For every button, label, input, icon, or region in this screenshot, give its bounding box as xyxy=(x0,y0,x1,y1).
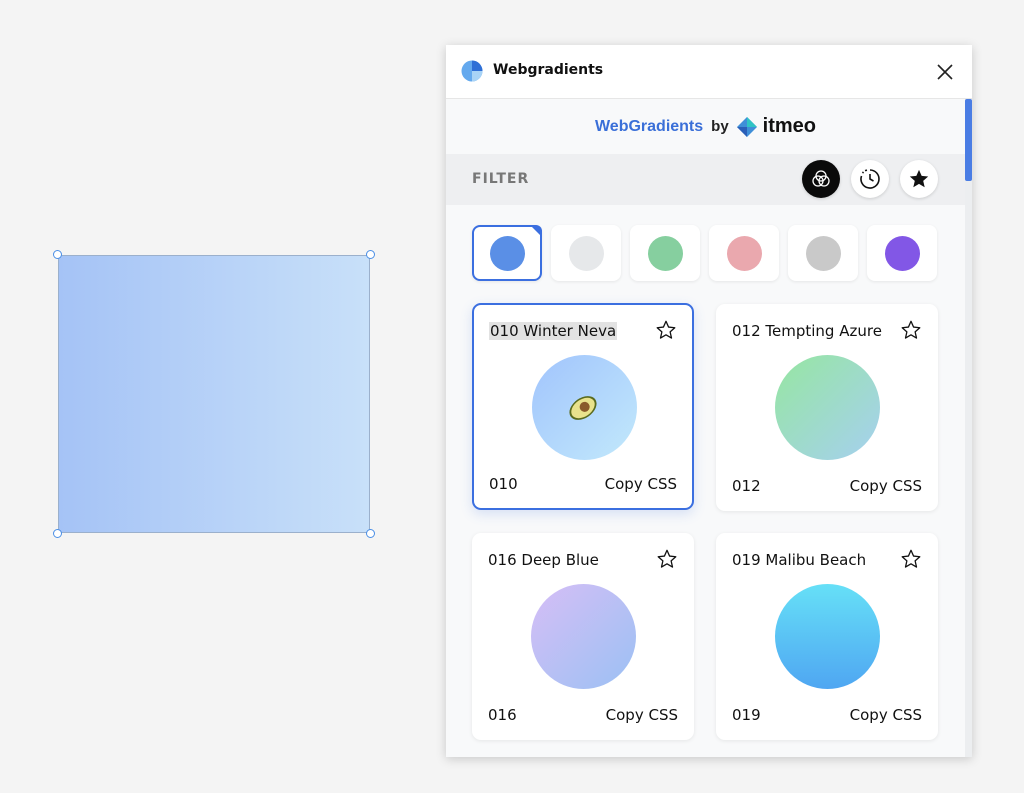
gradient-name: 016 Deep Blue xyxy=(488,551,599,569)
history-filter-button[interactable] xyxy=(851,160,889,198)
avocado-icon xyxy=(569,396,597,420)
gradient-card[interactable]: 012 Tempting Azure 012 Copy CSS xyxy=(716,304,938,511)
copy-css-button[interactable]: Copy CSS xyxy=(850,706,922,724)
star-outline-icon[interactable] xyxy=(900,548,922,570)
selected-rectangle[interactable] xyxy=(58,255,370,533)
app-logo-icon xyxy=(461,60,483,82)
gradient-card[interactable]: 010 Winter Neva 010 Copy CSS xyxy=(472,303,694,510)
color-swatch-gray[interactable] xyxy=(551,225,621,281)
gradient-preview-circle xyxy=(531,584,636,689)
gradient-id: 019 xyxy=(732,706,761,724)
copy-css-button[interactable]: Copy CSS xyxy=(605,475,677,493)
color-dot xyxy=(805,235,841,271)
gradient-id: 010 xyxy=(489,475,518,493)
brand-name: WebGradients xyxy=(594,117,704,135)
gradient-name: 019 Malibu Beach xyxy=(732,551,867,569)
gradient-name: 012 Tempting Azure xyxy=(732,322,882,340)
close-icon[interactable] xyxy=(934,61,956,83)
color-dot xyxy=(726,235,762,271)
window-titlebar: Webgradients xyxy=(446,45,972,99)
copy-css-button[interactable]: Copy CSS xyxy=(606,706,678,724)
window-title: Webgradients xyxy=(493,62,604,78)
brand-company: itmeo xyxy=(762,115,817,137)
filter-label: FILTER xyxy=(472,171,530,187)
gradient-preview-circle xyxy=(532,355,637,460)
gradient-id: 016 xyxy=(488,706,517,724)
itmeo-logo: itmeo xyxy=(736,115,817,138)
brand-header: WebGradients by itmeo xyxy=(446,99,965,154)
color-filter-icon xyxy=(812,170,830,187)
gradient-id: 012 xyxy=(732,477,761,495)
plugin-window: Webgradients WebGradients by itmeo FILTE… xyxy=(446,45,972,757)
color-swatch-purple[interactable] xyxy=(867,225,937,281)
resize-handle-bottom-left[interactable] xyxy=(53,529,62,538)
gradient-name: 010 Winter Neva xyxy=(489,322,618,340)
brand-by: by xyxy=(711,118,729,135)
history-icon xyxy=(860,169,880,189)
color-dot xyxy=(489,235,525,271)
gradient-preview-circle xyxy=(775,584,880,689)
itmeo-diamond-icon xyxy=(736,116,757,137)
gradient-card[interactable]: 016 Deep Blue 016 Copy CSS xyxy=(472,533,694,740)
color-swatch-blue[interactable] xyxy=(472,225,542,281)
resize-handle-top-left[interactable] xyxy=(53,250,62,259)
gradient-card[interactable]: 019 Malibu Beach 019 Copy CSS xyxy=(716,533,938,740)
resize-handle-top-right[interactable] xyxy=(366,250,375,259)
color-dot xyxy=(647,235,683,271)
gradient-preview-circle xyxy=(775,355,880,460)
color-swatch-green[interactable] xyxy=(630,225,700,281)
color-swatch-silver[interactable] xyxy=(788,225,858,281)
resize-handle-bottom-right[interactable] xyxy=(366,529,375,538)
color-dot xyxy=(884,235,920,271)
star-outline-icon[interactable] xyxy=(900,319,922,341)
favorites-filter-button[interactable] xyxy=(900,160,938,198)
color-filter-button[interactable] xyxy=(802,160,840,198)
selected-corner-indicator xyxy=(530,225,542,237)
star-outline-icon[interactable] xyxy=(656,548,678,570)
scrollbar-thumb[interactable] xyxy=(965,99,972,181)
color-swatch-pink[interactable] xyxy=(709,225,779,281)
copy-css-button[interactable]: Copy CSS xyxy=(850,477,922,495)
color-dot xyxy=(568,235,604,271)
filter-bar: FILTER xyxy=(446,154,965,205)
star-outline-icon[interactable] xyxy=(655,319,677,341)
scrollbar-track[interactable] xyxy=(965,99,972,757)
star-filled-icon xyxy=(909,169,929,188)
